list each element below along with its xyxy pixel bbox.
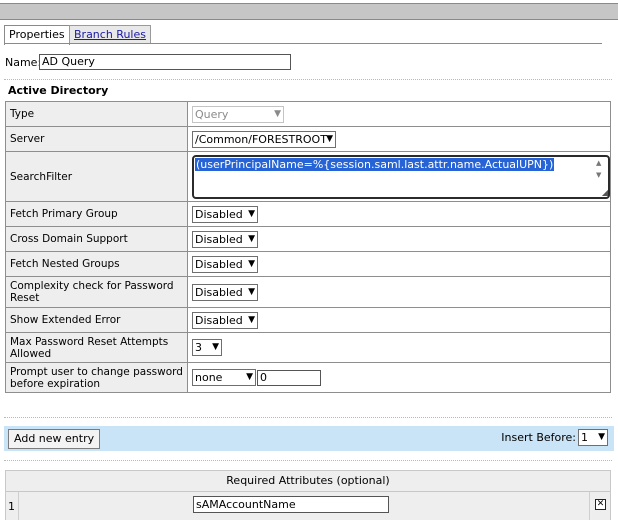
fetch-nested-groups-label: Fetch Nested Groups [5,251,188,277]
row-show-extended-error: Show Extended Error Disabled ▼ [5,307,611,333]
row-prompt-change: Prompt user to change password before ex… [5,362,611,393]
tab-branch-rules[interactable]: Branch Rules [69,25,151,44]
prompt-days-input[interactable]: 0 [257,369,321,386]
section-title: Active Directory [8,84,109,97]
attribute-input[interactable]: sAMAccountName [193,496,389,513]
cross-domain-support-label: Cross Domain Support [5,226,188,252]
chevron-down-icon: ▼ [248,208,255,219]
max-reset-attempts-label: Max Password Reset Attempts Allowed [5,332,188,363]
insert-before-select[interactable]: 1 ▼ [578,429,608,446]
fetch-nested-groups-select[interactable]: Disabled ▼ [192,255,258,273]
row-search-filter: SearchFilter (userPrincipalName=%{sessio… [5,151,611,202]
divider [4,460,612,461]
tab-underline [4,43,602,44]
action-bar: Add new entry Insert Before: 1 ▼ [4,426,614,451]
complexity-check-label: Complexity check for Password Reset [5,276,188,308]
show-extended-error-label: Show Extended Error [5,307,188,333]
chevron-down-icon: ▼ [326,133,333,144]
row-complexity-check: Complexity check for Password Reset Disa… [5,276,611,308]
name-label: Name: [5,56,42,69]
search-filter-text: (userPrincipalName=%{session.saml.last.a… [195,157,555,171]
row-fetch-nested-groups: Fetch Nested Groups Disabled ▼ [5,251,611,277]
name-input[interactable]: AD Query [39,54,291,70]
resize-grip-icon[interactable]: ◢ [602,188,608,197]
chevron-down-icon: ▼ [248,258,255,269]
cross-domain-support-select[interactable]: Disabled ▼ [192,230,258,248]
divider [4,417,612,418]
chevron-down-icon: ▼ [248,233,255,244]
scroll-down-icon[interactable]: ▼ [596,171,601,179]
fetch-primary-group-select[interactable]: Disabled ▼ [192,205,258,223]
attribute-row: 1 sAMAccountName ✕ [5,492,611,520]
scroll-up-icon[interactable]: ▲ [596,159,601,167]
top-toolbar [0,3,618,20]
attribute-row-number: 1 [8,500,15,513]
server-label: Server [5,126,188,152]
chevron-down-icon: ▼ [598,432,605,442]
chevron-down-icon: ▼ [212,342,219,352]
required-attributes-header: Required Attributes (optional) [5,470,611,492]
search-filter-textarea[interactable]: (userPrincipalName=%{session.saml.last.a… [192,154,610,199]
tab-properties[interactable]: Properties [4,25,70,45]
row-max-reset-attempts: Max Password Reset Attempts Allowed 3 ▼ [5,332,611,363]
complexity-check-select[interactable]: Disabled ▼ [192,283,258,301]
column-divider [18,492,19,520]
chevron-down-icon: ▼ [248,286,255,297]
type-label: Type [5,101,188,127]
chevron-down-icon: ▼ [274,108,281,119]
row-cross-domain-support: Cross Domain Support Disabled ▼ [5,226,611,252]
properties-table: Type Query ▼ Server /Common/FORESTROOT ▼ S… [5,101,611,393]
chevron-down-icon: ▼ [246,372,253,382]
row-server: Server /Common/FORESTROOT ▼ [5,126,611,152]
search-filter-label: SearchFilter [5,151,188,202]
add-new-entry-button[interactable]: Add new entry [8,429,101,449]
row-type: Type Query ▼ [5,101,611,127]
row-fetch-primary-group: Fetch Primary Group Disabled ▼ [5,201,611,227]
max-reset-attempts-select[interactable]: 3 ▼ [192,339,222,356]
show-extended-error-select[interactable]: Disabled ▼ [192,311,258,329]
divider [4,79,612,80]
prompt-change-label: Prompt user to change password before ex… [5,362,188,393]
insert-before-label: Insert Before: [501,431,576,444]
type-select: Query ▼ [192,105,284,123]
delete-row-icon[interactable]: ✕ [595,499,606,510]
server-select[interactable]: /Common/FORESTROOT ▼ [192,130,336,148]
prompt-change-select[interactable]: none ▼ [192,369,256,386]
chevron-down-icon: ▼ [248,314,255,325]
tab-bar: Properties Branch Rules [4,25,614,45]
column-divider [589,492,590,520]
fetch-primary-group-label: Fetch Primary Group [5,201,188,227]
